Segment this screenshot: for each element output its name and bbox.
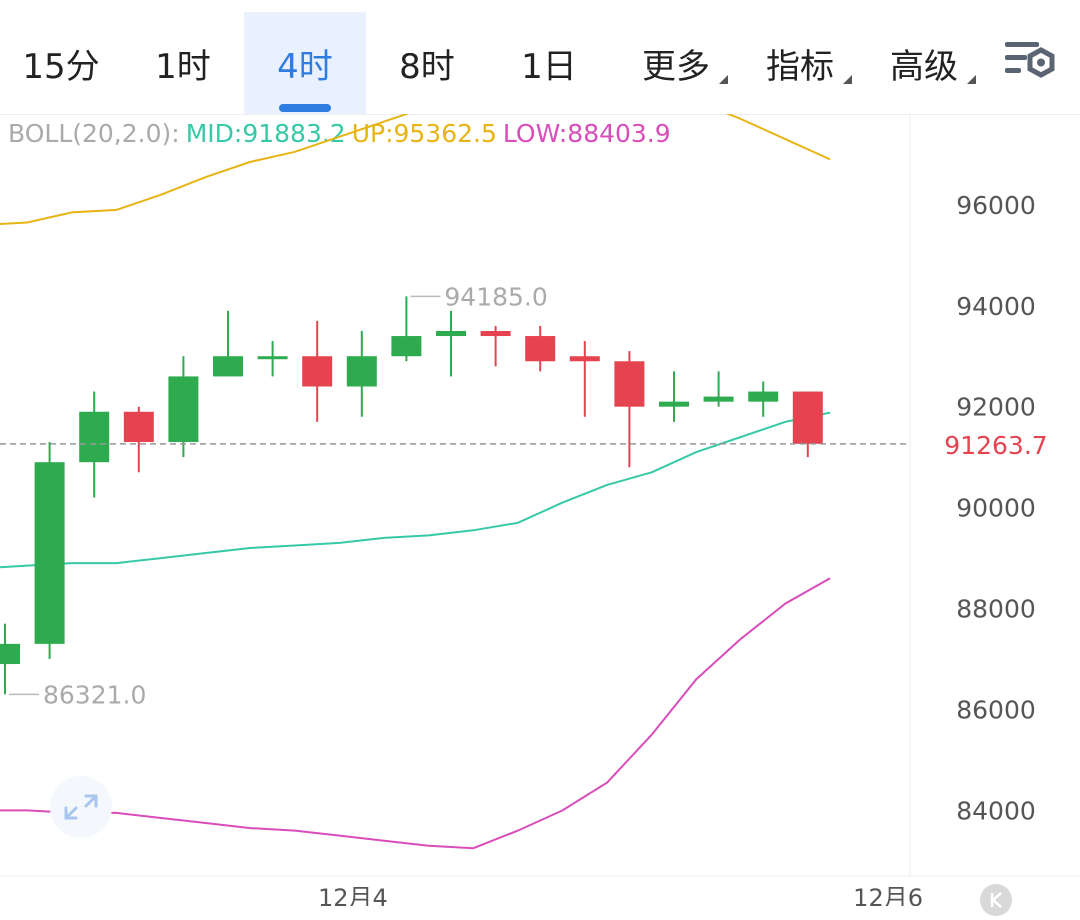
tab-more[interactable]: 更多 xyxy=(618,12,734,114)
tab-8h[interactable]: 8时 xyxy=(366,12,488,114)
y-tick-label: 96000 xyxy=(956,191,1036,220)
expand-chart-button[interactable] xyxy=(50,776,112,838)
tab-15m-label: 15分 xyxy=(22,46,100,87)
x-tick-label: 12月4 xyxy=(318,884,388,906)
candle-body xyxy=(213,356,243,377)
dropdown-caret-icon xyxy=(719,75,728,84)
candle-body xyxy=(569,356,600,362)
candle-body xyxy=(436,330,466,337)
tab-1d-label: 1日 xyxy=(521,46,577,87)
tab-advanced-label: 高级 xyxy=(890,46,958,87)
y-tick-label: 94000 xyxy=(956,292,1036,321)
candle-body xyxy=(659,401,689,407)
candle-body xyxy=(257,356,288,360)
tab-1h[interactable]: 1时 xyxy=(122,12,244,114)
chart-settings-button[interactable] xyxy=(1000,36,1060,86)
tab-15m[interactable]: 15分 xyxy=(0,12,122,114)
y-tick-label: 84000 xyxy=(956,796,1036,825)
y-tick-label: 88000 xyxy=(956,595,1036,624)
kline-mode-button[interactable] xyxy=(980,884,1012,916)
candle-body xyxy=(480,330,511,337)
candle-body xyxy=(614,361,645,407)
y-tick-label: 86000 xyxy=(956,695,1036,724)
candle-body xyxy=(525,336,556,362)
high-annotation-label: 94185.0 xyxy=(444,282,547,311)
dropdown-caret-icon xyxy=(967,75,976,84)
expand-arrows-icon xyxy=(64,794,98,820)
boll-upper-line xyxy=(0,114,831,226)
current-price-label: 91263.7 xyxy=(944,431,1047,460)
candle-body xyxy=(748,391,779,402)
candle-body xyxy=(302,356,333,387)
y-tick-label: 90000 xyxy=(956,494,1036,523)
candle-body xyxy=(168,376,199,443)
candle-body xyxy=(391,336,422,357)
tab-indicators[interactable]: 指标 xyxy=(742,12,858,114)
timeframe-tab-bar: 15分 1时 4时 8时 1日 更多 指标 高级 xyxy=(0,0,1080,115)
chart-settings-icon xyxy=(1005,42,1055,78)
tab-4h-label: 4时 xyxy=(277,46,333,87)
dropdown-caret-icon xyxy=(843,75,852,84)
candle-body xyxy=(0,643,20,665)
candle-body xyxy=(123,411,154,443)
tab-indicators-label: 指标 xyxy=(766,46,834,87)
candlestick-chart[interactable]: 96000 94000 92000 90000 88000 86000 84000 12月4 1… xyxy=(0,114,1080,906)
kline-k-icon xyxy=(990,892,1002,908)
candle-body xyxy=(792,391,823,444)
candle-body xyxy=(79,411,110,463)
candle-body xyxy=(346,356,377,387)
tab-1d[interactable]: 1日 xyxy=(488,12,610,114)
tab-8h-label: 8时 xyxy=(399,46,455,87)
tab-4h[interactable]: 4时 xyxy=(244,12,366,114)
candle-body xyxy=(703,396,734,402)
low-annotation-label: 86321.0 xyxy=(43,680,146,709)
x-tick-label: 12月6 xyxy=(853,884,923,906)
tab-more-label: 更多 xyxy=(642,46,710,87)
tab-advanced[interactable]: 高级 xyxy=(866,12,982,114)
candle-body xyxy=(34,462,65,644)
y-tick-label: 92000 xyxy=(956,393,1036,422)
tab-1h-label: 1时 xyxy=(155,46,211,87)
boll-lower-line xyxy=(0,577,831,850)
